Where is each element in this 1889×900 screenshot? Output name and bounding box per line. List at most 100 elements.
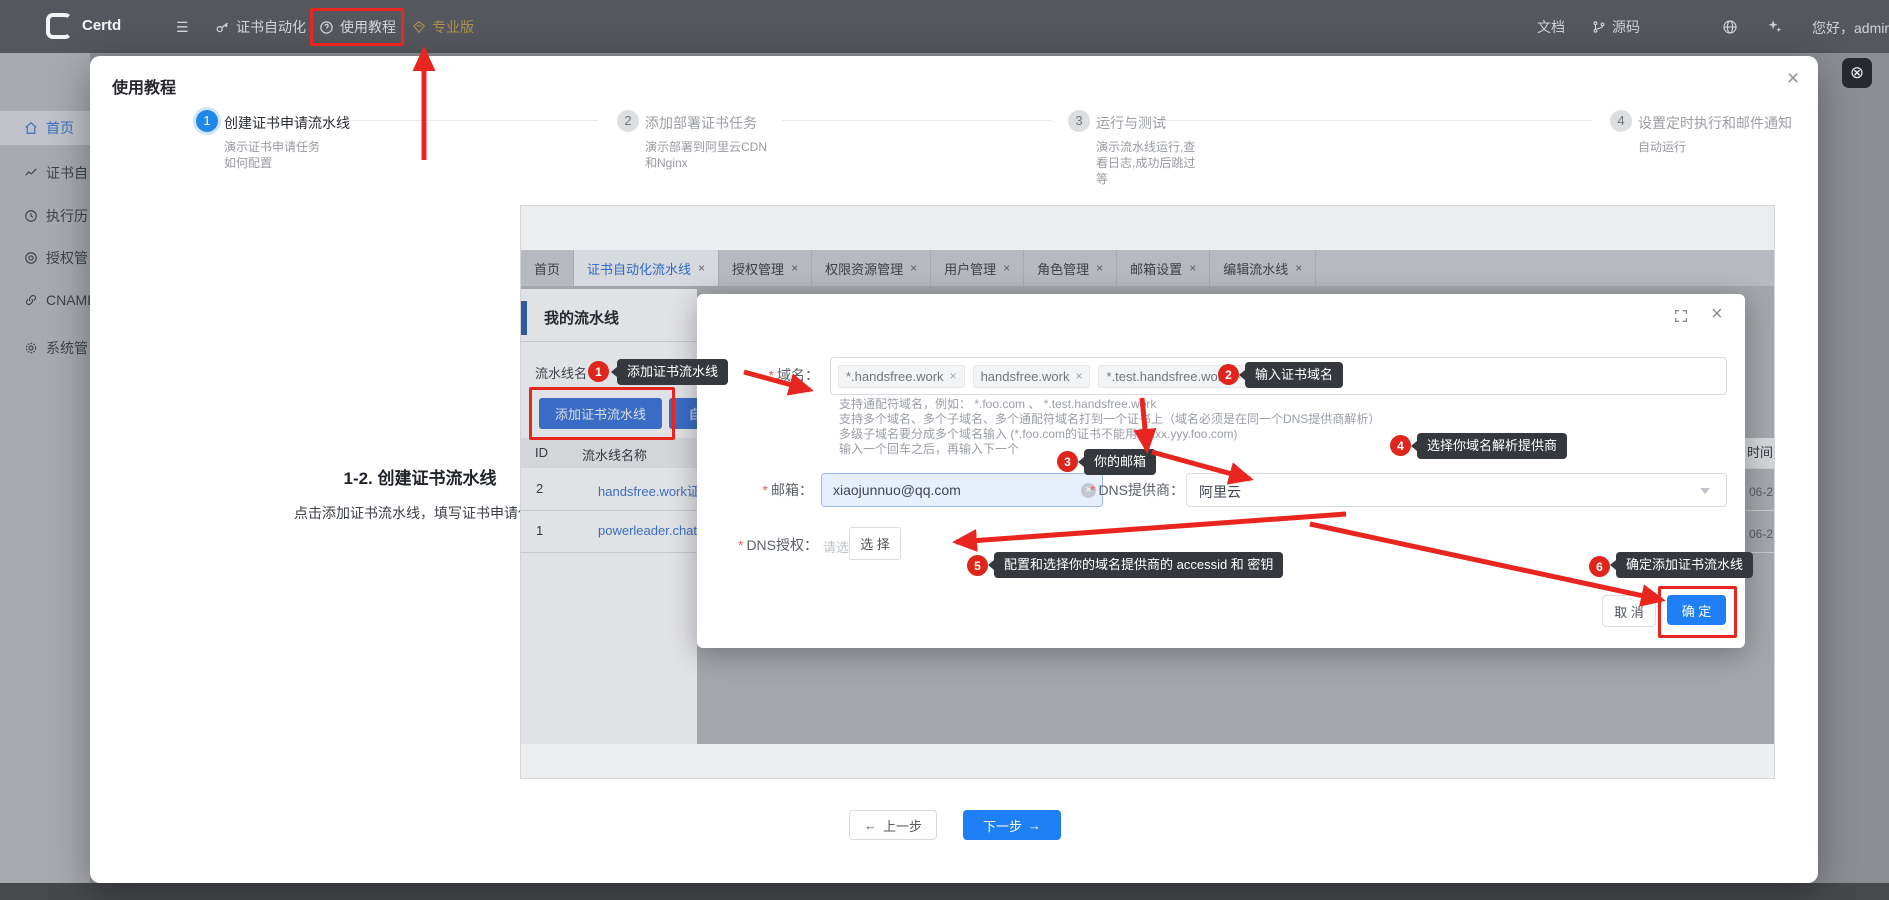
highlight-box-tutorial bbox=[310, 8, 404, 46]
cancel-button[interactable]: 取 消 bbox=[1602, 595, 1656, 627]
sidebar-item-history[interactable]: 执行历 bbox=[0, 199, 90, 233]
fullscreen-icon[interactable] bbox=[1673, 308, 1689, 329]
dns-auth-select-button[interactable]: 选 择 bbox=[849, 527, 901, 560]
divider bbox=[1745, 510, 1774, 511]
nav-source[interactable]: 源码 bbox=[1592, 16, 1640, 38]
sparkles-icon[interactable] bbox=[1766, 15, 1783, 37]
key-icon bbox=[215, 20, 230, 35]
col-create-time: 时间 bbox=[1745, 438, 1774, 468]
tab-email-settings[interactable]: 邮箱设置× bbox=[1117, 250, 1210, 286]
dns-provider-label: *DNS提供商： bbox=[1001, 480, 1184, 500]
language-globe-icon[interactable] bbox=[1722, 16, 1738, 38]
diamond-icon bbox=[412, 20, 426, 34]
tab-edit-pipeline[interactable]: 编辑流水线× bbox=[1210, 250, 1316, 286]
dns-provider-select[interactable]: 阿里云 bbox=[1186, 473, 1727, 507]
panel-title: 我的流水线 bbox=[544, 307, 619, 328]
domain-tag: *.handsfree.work× bbox=[838, 365, 965, 388]
tab-close-icon[interactable]: × bbox=[910, 261, 917, 275]
app-logo-icon bbox=[46, 13, 72, 39]
step-1-label: 创建证书申请流水线 bbox=[224, 113, 350, 133]
chevron-down-icon bbox=[1700, 488, 1710, 499]
step-2-circle: 2 bbox=[617, 110, 639, 132]
sidebar: 首页 证书自 执行历 授权管 CNAME 系统管 bbox=[0, 53, 90, 883]
time-value: 06-2 bbox=[1749, 485, 1773, 499]
dialog-close-icon[interactable]: × bbox=[1711, 303, 1723, 326]
arrow-right-icon: → bbox=[1028, 818, 1041, 833]
tab-close-icon[interactable]: × bbox=[1003, 261, 1010, 275]
annotation-tip-1: 添加证书流水线 bbox=[617, 359, 728, 385]
app-root: Certd ☰ 证书自动化 使用教程 专业版 文档 源码 您好，admin bbox=[0, 0, 1889, 900]
modal-close-icon[interactable]: × bbox=[1780, 66, 1806, 92]
gear-icon bbox=[24, 341, 38, 355]
step-3-desc: 演示流水线运行,查看日志,成功后跳过等 bbox=[1096, 139, 1202, 187]
user-greeting[interactable]: 您好，admin bbox=[1812, 17, 1889, 39]
prev-step-button[interactable]: ←上一步 bbox=[849, 810, 937, 840]
tutorial-screenshot: 首页 证书自动化流水线× 授权管理× 权限资源管理× 用户管理× 角色管理× 邮… bbox=[520, 205, 1775, 779]
annotation-badge-5: 5 bbox=[967, 555, 988, 576]
app-logo-text: Certd bbox=[82, 17, 121, 34]
background-bottom-strip bbox=[0, 883, 1889, 900]
pipeline-link[interactable]: powerleader.chat bbox=[598, 523, 697, 538]
step-3-circle: 3 bbox=[1068, 110, 1090, 132]
table-row: 1 powerleader.chat bbox=[521, 510, 697, 553]
step-connector bbox=[342, 120, 598, 121]
nav-cert-automation-label: 证书自动化 bbox=[236, 17, 306, 37]
nav-docs[interactable]: 文档 bbox=[1537, 16, 1565, 38]
nav-docs-label: 文档 bbox=[1537, 17, 1565, 37]
row-id: 2 bbox=[536, 481, 543, 496]
next-step-button[interactable]: 下一步→ bbox=[963, 810, 1061, 840]
nav-cert-automation[interactable]: 证书自动化 bbox=[215, 16, 306, 38]
highlight-box-confirm bbox=[1658, 586, 1737, 638]
dns-auth-label: *DNS授权： bbox=[701, 535, 818, 555]
tutorial-modal: 使用教程 × 1 创建证书申请流水线 演示证书申请任务如何配置 2 添加部署证书… bbox=[90, 56, 1818, 883]
table-header: ID 流水线名称 bbox=[521, 438, 697, 468]
clock-icon bbox=[24, 209, 38, 223]
tab-close-icon[interactable]: × bbox=[791, 261, 798, 275]
pipeline-link[interactable]: handsfree.work证 bbox=[598, 481, 697, 500]
home-icon bbox=[24, 121, 38, 135]
target-icon bbox=[24, 251, 38, 265]
floating-settings-button[interactable]: ⊗ bbox=[1842, 58, 1872, 88]
sidebar-item-cname[interactable]: CNAME bbox=[0, 283, 90, 317]
annotation-tip-4: 选择你域名解析提供商 bbox=[1417, 433, 1567, 459]
help-line: 支持多个域名、多个子域名、多个通配符域名打到一个证书上（域名必须是在同一个DNS… bbox=[839, 412, 1559, 427]
annotation-tip-6: 确定添加证书流水线 bbox=[1616, 552, 1753, 578]
tab-close-icon[interactable]: × bbox=[698, 261, 705, 275]
tab-close-icon[interactable]: × bbox=[1189, 261, 1196, 275]
sidebar-collapse-icon[interactable]: ☰ bbox=[176, 16, 189, 38]
col-id: ID bbox=[535, 445, 548, 460]
tab-close-icon[interactable]: × bbox=[1096, 261, 1103, 275]
sidebar-item-auth[interactable]: 授权管 bbox=[0, 241, 90, 275]
required-asterisk: * bbox=[769, 367, 774, 383]
sidebar-item-system[interactable]: 系统管 bbox=[0, 331, 90, 365]
step-1-desc: 演示证书申请任务如何配置 bbox=[224, 139, 330, 171]
screenshot-footer-band bbox=[521, 744, 1774, 778]
nav-pro[interactable]: 专业版 bbox=[412, 16, 474, 38]
sidebar-item-cert-automation[interactable]: 证书自 bbox=[0, 156, 90, 190]
tab-auth-manage[interactable]: 授权管理× bbox=[719, 250, 812, 286]
required-asterisk: * bbox=[763, 482, 768, 498]
tab-close-icon[interactable]: × bbox=[1295, 261, 1302, 275]
tab-permission[interactable]: 权限资源管理× bbox=[812, 250, 931, 286]
step-4-label: 设置定时执行和邮件通知 bbox=[1638, 113, 1792, 133]
tab-home[interactable]: 首页 bbox=[521, 250, 574, 286]
panel-accent-bar bbox=[521, 301, 527, 335]
tab-user-manage[interactable]: 用户管理× bbox=[931, 250, 1024, 286]
step-connector bbox=[1158, 120, 1592, 121]
tutorial-modal-title: 使用教程 bbox=[112, 74, 176, 98]
divider bbox=[521, 341, 697, 342]
annotation-badge-2: 2 bbox=[1218, 364, 1239, 385]
tab-role-manage[interactable]: 角色管理× bbox=[1024, 250, 1117, 286]
add-pipeline-dialog: × *域名： *.handsfree.work× handsfree.work×… bbox=[697, 294, 1745, 648]
top-navbar: Certd ☰ 证书自动化 使用教程 专业版 文档 源码 您好，admin bbox=[0, 0, 1889, 53]
annotation-badge-6: 6 bbox=[1589, 556, 1610, 577]
pipeline-name-label: 流水线名 bbox=[535, 363, 587, 382]
tab-cert-pipeline[interactable]: 证书自动化流水线× bbox=[574, 250, 719, 286]
tag-remove-icon[interactable]: × bbox=[950, 369, 957, 383]
sidebar-item-home[interactable]: 首页 bbox=[0, 111, 90, 145]
step-4-desc: 自动运行 bbox=[1638, 139, 1758, 155]
screenshot-header-band bbox=[521, 206, 1774, 250]
tag-remove-icon[interactable]: × bbox=[1075, 369, 1082, 383]
step-4-circle: 4 bbox=[1610, 110, 1632, 132]
email-label: *邮箱： bbox=[701, 480, 813, 500]
